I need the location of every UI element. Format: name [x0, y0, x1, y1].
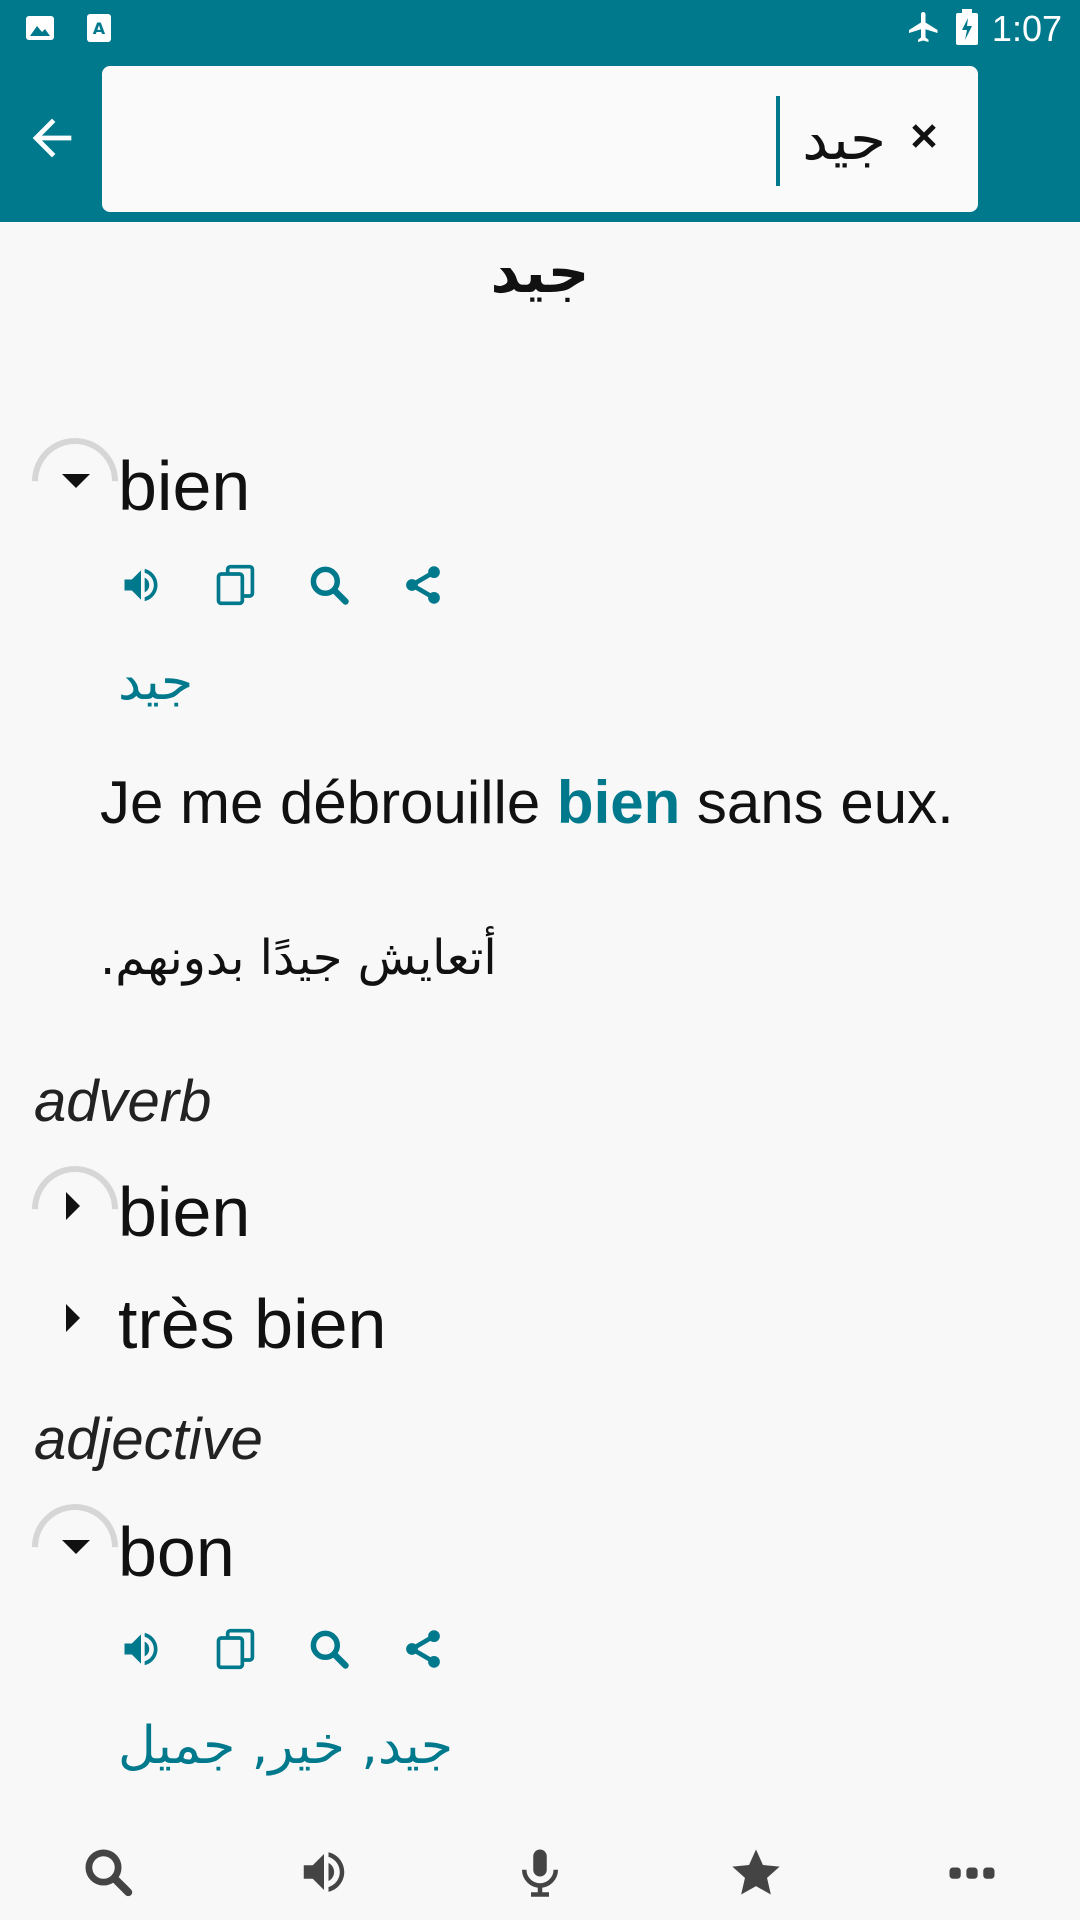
lookup-button[interactable]	[306, 562, 352, 608]
text-caret	[776, 96, 780, 186]
share-icon	[406, 566, 440, 604]
speaker-icon	[124, 568, 158, 602]
copy-icon	[216, 564, 255, 606]
back-button[interactable]	[20, 106, 84, 170]
nav-search-button[interactable]	[68, 1832, 148, 1912]
expand-toggle-icon[interactable]	[66, 1192, 80, 1220]
microphone-icon	[522, 1849, 558, 1897]
share-button[interactable]	[400, 562, 446, 608]
entry-term[interactable]: bien	[118, 446, 250, 526]
example-highlight: bien	[556, 769, 681, 836]
lookup-button[interactable]	[306, 1626, 352, 1672]
entry-term[interactable]: bien	[118, 1172, 250, 1252]
search-icon	[85, 1849, 133, 1897]
battery-charging-icon	[955, 9, 978, 49]
part-of-speech-label: adverb	[34, 1069, 212, 1134]
nav-favorites-button[interactable]	[716, 1832, 796, 1912]
usage-example: Je me débrouille bien sans eux.	[100, 764, 960, 842]
svg-text:A: A	[93, 19, 106, 38]
share-icon	[406, 1630, 440, 1668]
star-icon	[732, 1849, 780, 1895]
bottom-navigation	[0, 1824, 1080, 1920]
entry-actions	[118, 1626, 446, 1672]
example-text-before: Je me débrouille	[100, 769, 557, 836]
airplane-mode-icon	[906, 9, 942, 49]
example-text-after: sans eux.	[680, 769, 954, 836]
page-title: جيد	[490, 238, 590, 306]
image-notification-icon	[24, 12, 56, 48]
entry-translation[interactable]: جيد, خير, جميل	[118, 1716, 453, 1776]
nav-more-button[interactable]	[932, 1832, 1012, 1912]
collapse-toggle-icon[interactable]	[62, 1540, 90, 1554]
more-icon	[949, 1867, 995, 1879]
status-time: 1:07	[991, 8, 1062, 49]
share-button[interactable]	[400, 1626, 446, 1672]
clear-search-button[interactable]	[896, 108, 952, 164]
app-bar: جيد	[0, 58, 1080, 222]
entry-term[interactable]: très bien	[118, 1284, 386, 1364]
search-icon	[310, 1630, 349, 1669]
nav-voice-input-button[interactable]	[500, 1832, 580, 1912]
copy-icon	[216, 1628, 255, 1670]
collapse-toggle-icon[interactable]	[62, 474, 90, 488]
search-input[interactable]: جيد	[102, 66, 978, 212]
search-input-value: جيد	[802, 105, 886, 173]
status-bar: A 1:07	[0, 0, 1080, 58]
copy-button[interactable]	[212, 562, 258, 608]
app-notification-icon: A	[86, 12, 112, 48]
copy-button[interactable]	[212, 1626, 258, 1672]
entry-translation[interactable]: جيد	[118, 652, 193, 712]
search-icon	[310, 566, 349, 605]
pronounce-button[interactable]	[118, 562, 164, 608]
expand-toggle-icon[interactable]	[66, 1304, 80, 1332]
speaker-icon	[124, 1632, 158, 1666]
close-icon	[912, 124, 936, 148]
arrow-left-icon	[32, 118, 72, 158]
nav-speak-button[interactable]	[284, 1832, 364, 1912]
entry-term[interactable]: bon	[118, 1512, 235, 1592]
entry-actions	[118, 562, 446, 608]
speaker-icon	[303, 1852, 345, 1892]
pronounce-button[interactable]	[118, 1626, 164, 1672]
part-of-speech-label: adjective	[34, 1407, 263, 1472]
example-translation: أتعايش جيدًا بدونهم.	[100, 930, 497, 986]
